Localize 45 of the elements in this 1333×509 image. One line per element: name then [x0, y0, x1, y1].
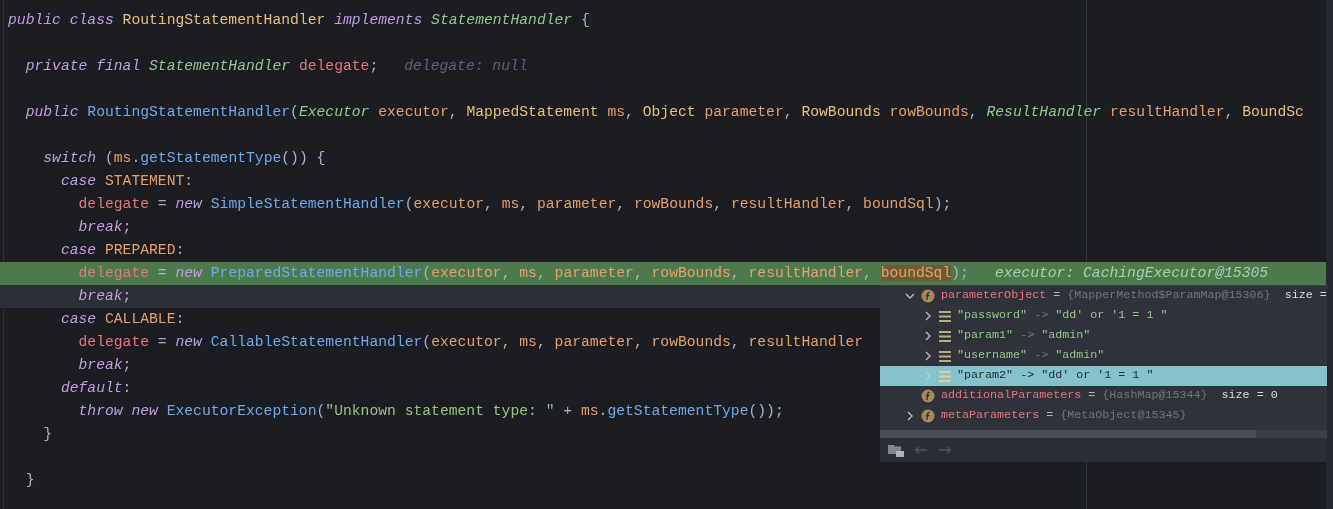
code-line: break;	[78, 287, 132, 307]
code-line: delegate = new PreparedStatementHandler(executor, ms, parameter, rowBounds, resultHandler, boundSql);	[78, 264, 969, 284]
chevron-down-icon[interactable]	[905, 291, 915, 301]
map-entry-text: "param1" -> "admin"	[957, 327, 1091, 345]
code-line: throw new ExecutorException("Unknown statement type: " + ms.getStatementType());	[78, 402, 784, 422]
tree-row[interactable]: parameterObject = {MapperMethod$ParamMap@15306} size =	[880, 286, 1327, 306]
code-line: switch (ms.getStatementType()) {	[43, 149, 326, 169]
list-icon	[939, 350, 951, 362]
inline-hint: delegate: null	[404, 57, 528, 77]
list-icon	[939, 330, 951, 342]
code-line: }	[25, 471, 35, 491]
list-icon	[939, 310, 951, 322]
variable-text: metaParameters = {MetaObject@15345}	[941, 407, 1187, 425]
tree-row[interactable]: "param2" -> "dd' or '1 = 1 "	[880, 366, 1327, 386]
horizontal-scrollbar[interactable]	[880, 430, 1327, 438]
code-line: delegate = new CallableStatementHandler(executor, ms, parameter, rowBounds, resultHandler	[78, 333, 864, 353]
code-line: public RoutingStatementHandler(Executor executor, MappedStatement ms, Object parameter, RowBounds rowBounds, ResultHandler resultHandler, BoundSc	[25, 103, 1304, 123]
tree-row[interactable]: metaParameters = {MetaObject@15345}	[880, 406, 1327, 426]
code-line: public class RoutingStatementHandler implements StatementHandler {	[8, 11, 590, 31]
code-line: default:	[60, 379, 132, 399]
code-line: }	[43, 425, 53, 445]
tree-row[interactable]: additionalParameters = {HashMap@15344} size = 0	[880, 386, 1327, 406]
list-icon	[939, 370, 951, 382]
map-entry-text: "username" -> "admin"	[957, 347, 1105, 365]
variable-text: additionalParameters = {HashMap@15344} size = 0	[941, 387, 1278, 405]
map-entry-text: "param2" -> "dd' or '1 = 1 "	[957, 367, 1154, 385]
tree-row[interactable]: "param1" -> "admin"	[880, 326, 1327, 346]
code-line: private final StatementHandler delegate;	[25, 57, 379, 77]
code-line: delegate = new SimpleStatementHandler(executor, ms, parameter, rowBounds, resultHandler, boundSql);	[78, 195, 952, 215]
chevron-right-icon[interactable]	[905, 411, 915, 421]
code-line: break;	[78, 356, 132, 376]
editor-scrollbar[interactable]	[1326, 0, 1333, 509]
folder-icon[interactable]	[888, 443, 904, 457]
tree-row[interactable]: "username" -> "admin"	[880, 346, 1327, 366]
code-line: case PREPARED:	[60, 241, 185, 261]
field-icon	[921, 289, 935, 303]
code-line: case CALLABLE:	[60, 310, 185, 330]
variable-text: parameterObject = {MapperMethod$ParamMap@15306} size =	[941, 287, 1327, 305]
code-line: case STATEMENT:	[60, 172, 194, 192]
code-line: break;	[78, 218, 132, 238]
map-entry-text: "password" -> "dd' or '1 = 1 "	[957, 307, 1168, 325]
inline-hint: executor: CachingExecutor@15305	[994, 264, 1269, 284]
field-icon	[921, 409, 935, 423]
tree-row[interactable]: "password" -> "dd' or '1 = 1 "	[880, 306, 1327, 326]
field-icon	[921, 389, 935, 403]
